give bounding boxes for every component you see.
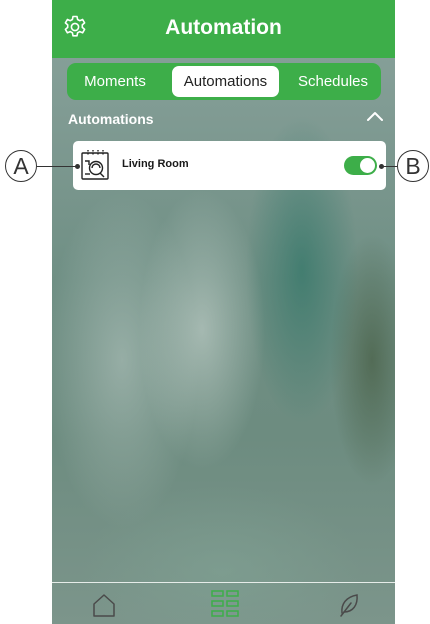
chevron-up-icon[interactable] [366,109,384,123]
app-header: Automation [52,0,395,58]
automation-icon [81,150,109,180]
automation-name: Living Room [122,158,189,170]
callout-b-dot [379,164,384,169]
callout-b: B [397,150,429,182]
tab-bar: Moments Automations Schedules [67,63,381,100]
tab-moments[interactable]: Moments [67,66,163,97]
callout-a-dot [75,164,80,169]
section-title: Automations [68,111,154,127]
tab-automations[interactable]: Automations [172,66,279,97]
phone-screen: Automation Moments Automations Schedules… [52,0,395,624]
automation-card-living-room[interactable]: Living Room [73,141,386,190]
bottom-nav [52,582,395,624]
toggle-knob [360,158,375,173]
callout-a-line [37,166,76,167]
home-icon[interactable] [91,592,117,618]
tab-schedules[interactable]: Schedules [285,66,381,97]
grid-icon[interactable] [210,589,240,619]
automation-toggle[interactable] [344,156,377,175]
leaf-icon[interactable] [338,592,360,618]
page: Automation Moments Automations Schedules… [0,0,430,624]
page-title: Automation [165,16,282,39]
callout-a: A [5,150,37,182]
